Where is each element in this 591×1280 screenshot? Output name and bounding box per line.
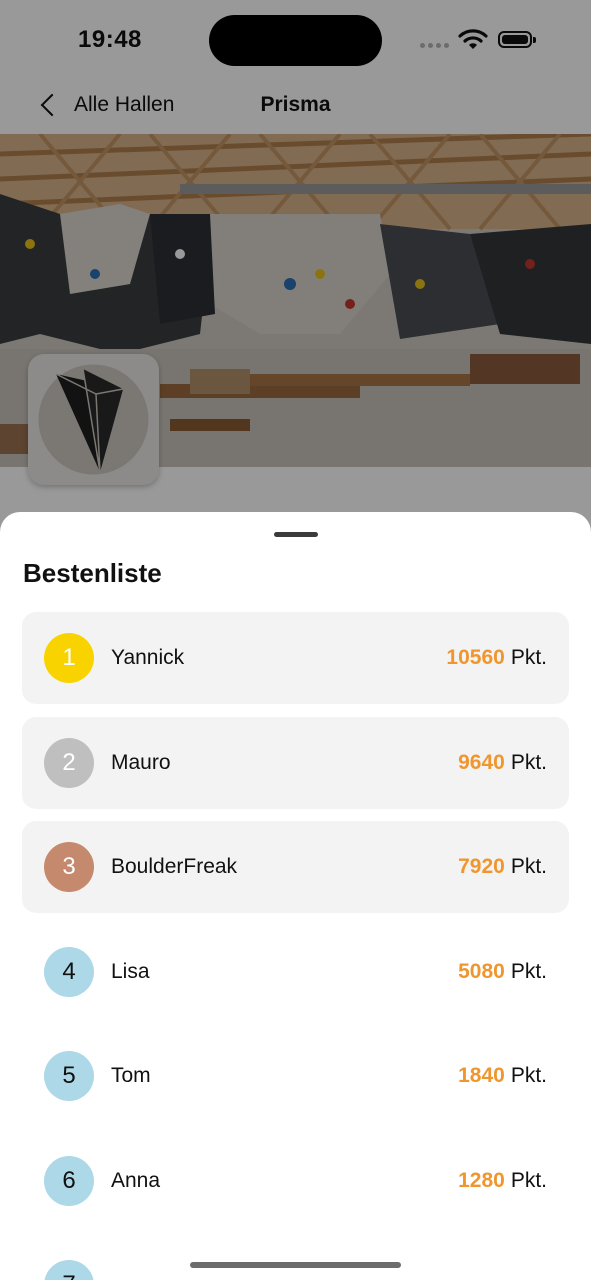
player-points xyxy=(541,1273,547,1280)
points-value: 7920 xyxy=(458,855,505,878)
leaderboard-list: 1 Yannick 10560 Pkt. 2 Mauro 9640 Pkt. 3 B… xyxy=(22,612,569,1280)
rank-badge: 4 xyxy=(44,946,94,997)
points-value: 10560 xyxy=(446,646,505,669)
leaderboard-row[interactable]: 6 Anna 1280 Pkt. xyxy=(22,1135,569,1227)
rank-badge: 2 xyxy=(44,737,94,788)
player-name: Lisa xyxy=(111,959,150,983)
points-unit: Pkt. xyxy=(510,750,547,774)
player-points: 9640 Pkt. xyxy=(458,751,547,775)
player-name: Mauro xyxy=(111,750,171,774)
rank-badge: 3 xyxy=(44,842,94,892)
points-value: 5080 xyxy=(458,959,505,983)
points-value: 1280 xyxy=(458,1168,505,1192)
sheet-grabber-handle[interactable] xyxy=(274,532,318,537)
rank-badge: 1 xyxy=(44,633,94,683)
leaderboard-row[interactable]: 1 Yannick 10560 Pkt. xyxy=(22,612,569,704)
home-indicator[interactable] xyxy=(190,1262,401,1268)
points-value: 1840 xyxy=(458,1064,505,1087)
points-unit: Pkt. xyxy=(510,959,547,983)
player-points: 5080 Pkt. xyxy=(458,960,547,984)
rank-badge: 6 xyxy=(44,1155,94,1206)
leaderboard-row[interactable]: 5 Tom 1840 Pkt. xyxy=(22,1030,569,1122)
rank-badge: 7 xyxy=(44,1260,94,1280)
points-unit: Pkt. xyxy=(510,646,547,669)
player-name: Tom xyxy=(111,1064,151,1087)
player-points: 7920 Pkt. xyxy=(458,855,547,879)
player-name: Yannick xyxy=(111,646,185,669)
leaderboard-row[interactable]: 3 BoulderFreak 7920 Pkt. xyxy=(22,821,569,913)
player-name: BoulderFreak xyxy=(111,855,238,878)
points-unit: Pkt. xyxy=(510,1168,547,1192)
points-unit: Pkt. xyxy=(510,1064,547,1087)
player-points: 1840 Pkt. xyxy=(458,1064,547,1088)
leaderboard-row[interactable]: 4 Lisa 5080 Pkt. xyxy=(22,926,569,1018)
points-unit: Pkt. xyxy=(510,855,547,878)
leaderboard-row[interactable]: 7 xyxy=(22,1239,569,1280)
leaderboard-title: Bestenliste xyxy=(23,558,162,588)
player-points: 1280 Pkt. xyxy=(458,1169,547,1193)
leaderboard-sheet: Bestenliste 1 Yannick 10560 Pkt. 2 Mauro … xyxy=(0,512,591,1280)
player-name: Anna xyxy=(111,1168,161,1192)
leaderboard-row[interactable]: 2 Mauro 9640 Pkt. xyxy=(22,716,569,809)
player-points: 10560 Pkt. xyxy=(446,646,547,670)
rank-badge: 5 xyxy=(44,1051,94,1101)
points-value: 9640 xyxy=(458,750,505,774)
